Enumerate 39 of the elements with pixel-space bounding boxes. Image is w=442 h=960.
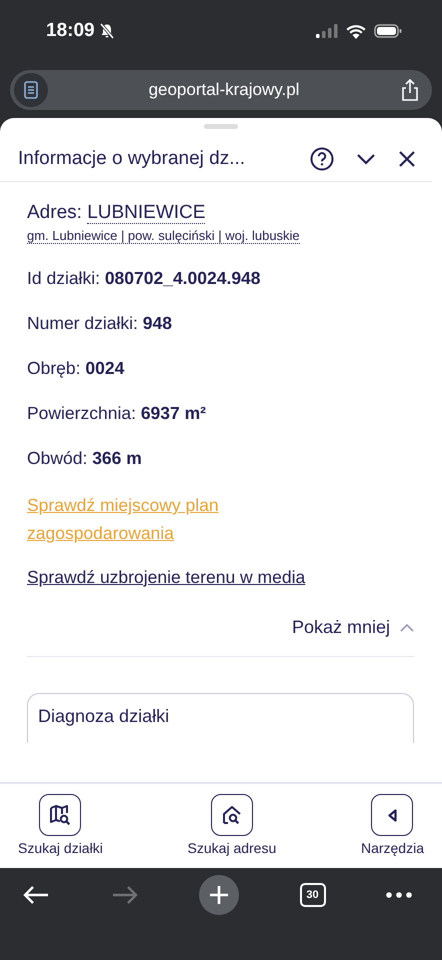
parcel-detail: Powierzchnia: 6937 m² [27, 403, 207, 424]
chevron-down-icon[interactable] [356, 153, 376, 165]
nav-label[interactable]: Szukaj adresu [188, 840, 276, 856]
chevron-up-icon[interactable] [400, 623, 414, 632]
wifi-icon [346, 24, 366, 38]
time: 18:09 [46, 20, 95, 42]
more-icon[interactable] [386, 892, 412, 898]
help-icon[interactable] [310, 147, 334, 171]
new-tab-button[interactable] [199, 875, 239, 915]
plus-icon [208, 884, 230, 906]
back-arrow-icon[interactable] [22, 885, 50, 905]
triangle-left-icon [388, 808, 397, 822]
address-link[interactable]: LUBNIEWICE [87, 202, 206, 224]
battery-icon [374, 24, 402, 38]
card-title: Diagnoza działki [38, 706, 170, 726]
signal-icon [316, 24, 338, 38]
close-icon[interactable] [398, 150, 416, 168]
nav-button[interactable] [210, 794, 253, 836]
panel-title: Informacje o wybranej dz... [18, 148, 246, 170]
reader-icon[interactable] [14, 73, 48, 107]
parcel-detail: Numer działki: 948 [27, 313, 173, 334]
nav-label[interactable]: Szukaj działki [18, 840, 103, 856]
diagnosis-card[interactable]: Diagnoza działki [27, 693, 414, 743]
tab-count-button[interactable]: 30 [300, 883, 326, 907]
map-search-icon [48, 803, 72, 827]
nav-button[interactable] [39, 794, 82, 836]
parcel-detail: Obręb: 0024 [27, 358, 126, 379]
drag-handle[interactable] [204, 124, 238, 129]
url-text: geoportal-krajowy.pl [148, 80, 300, 100]
address-bar[interactable]: geoportal-krajowy.pl [10, 70, 432, 110]
nav-label[interactable]: Narzędzia [360, 840, 424, 856]
parcel-detail: Obwód: 366 m [27, 448, 143, 469]
show-less-toggle[interactable]: Pokaż mniej [292, 617, 390, 638]
share-icon[interactable] [400, 78, 420, 102]
link[interactable]: Sprawdź uzbrojenie terenu w media [27, 563, 414, 591]
address-label: Adres: [27, 202, 83, 223]
region-link[interactable]: gm. Lubniewice | pow. sulęciński | woj. lubuskie [27, 228, 300, 244]
parcel-detail: Id działki: 080702_4.0024.948 [27, 268, 262, 289]
nav-button[interactable] [371, 794, 414, 836]
